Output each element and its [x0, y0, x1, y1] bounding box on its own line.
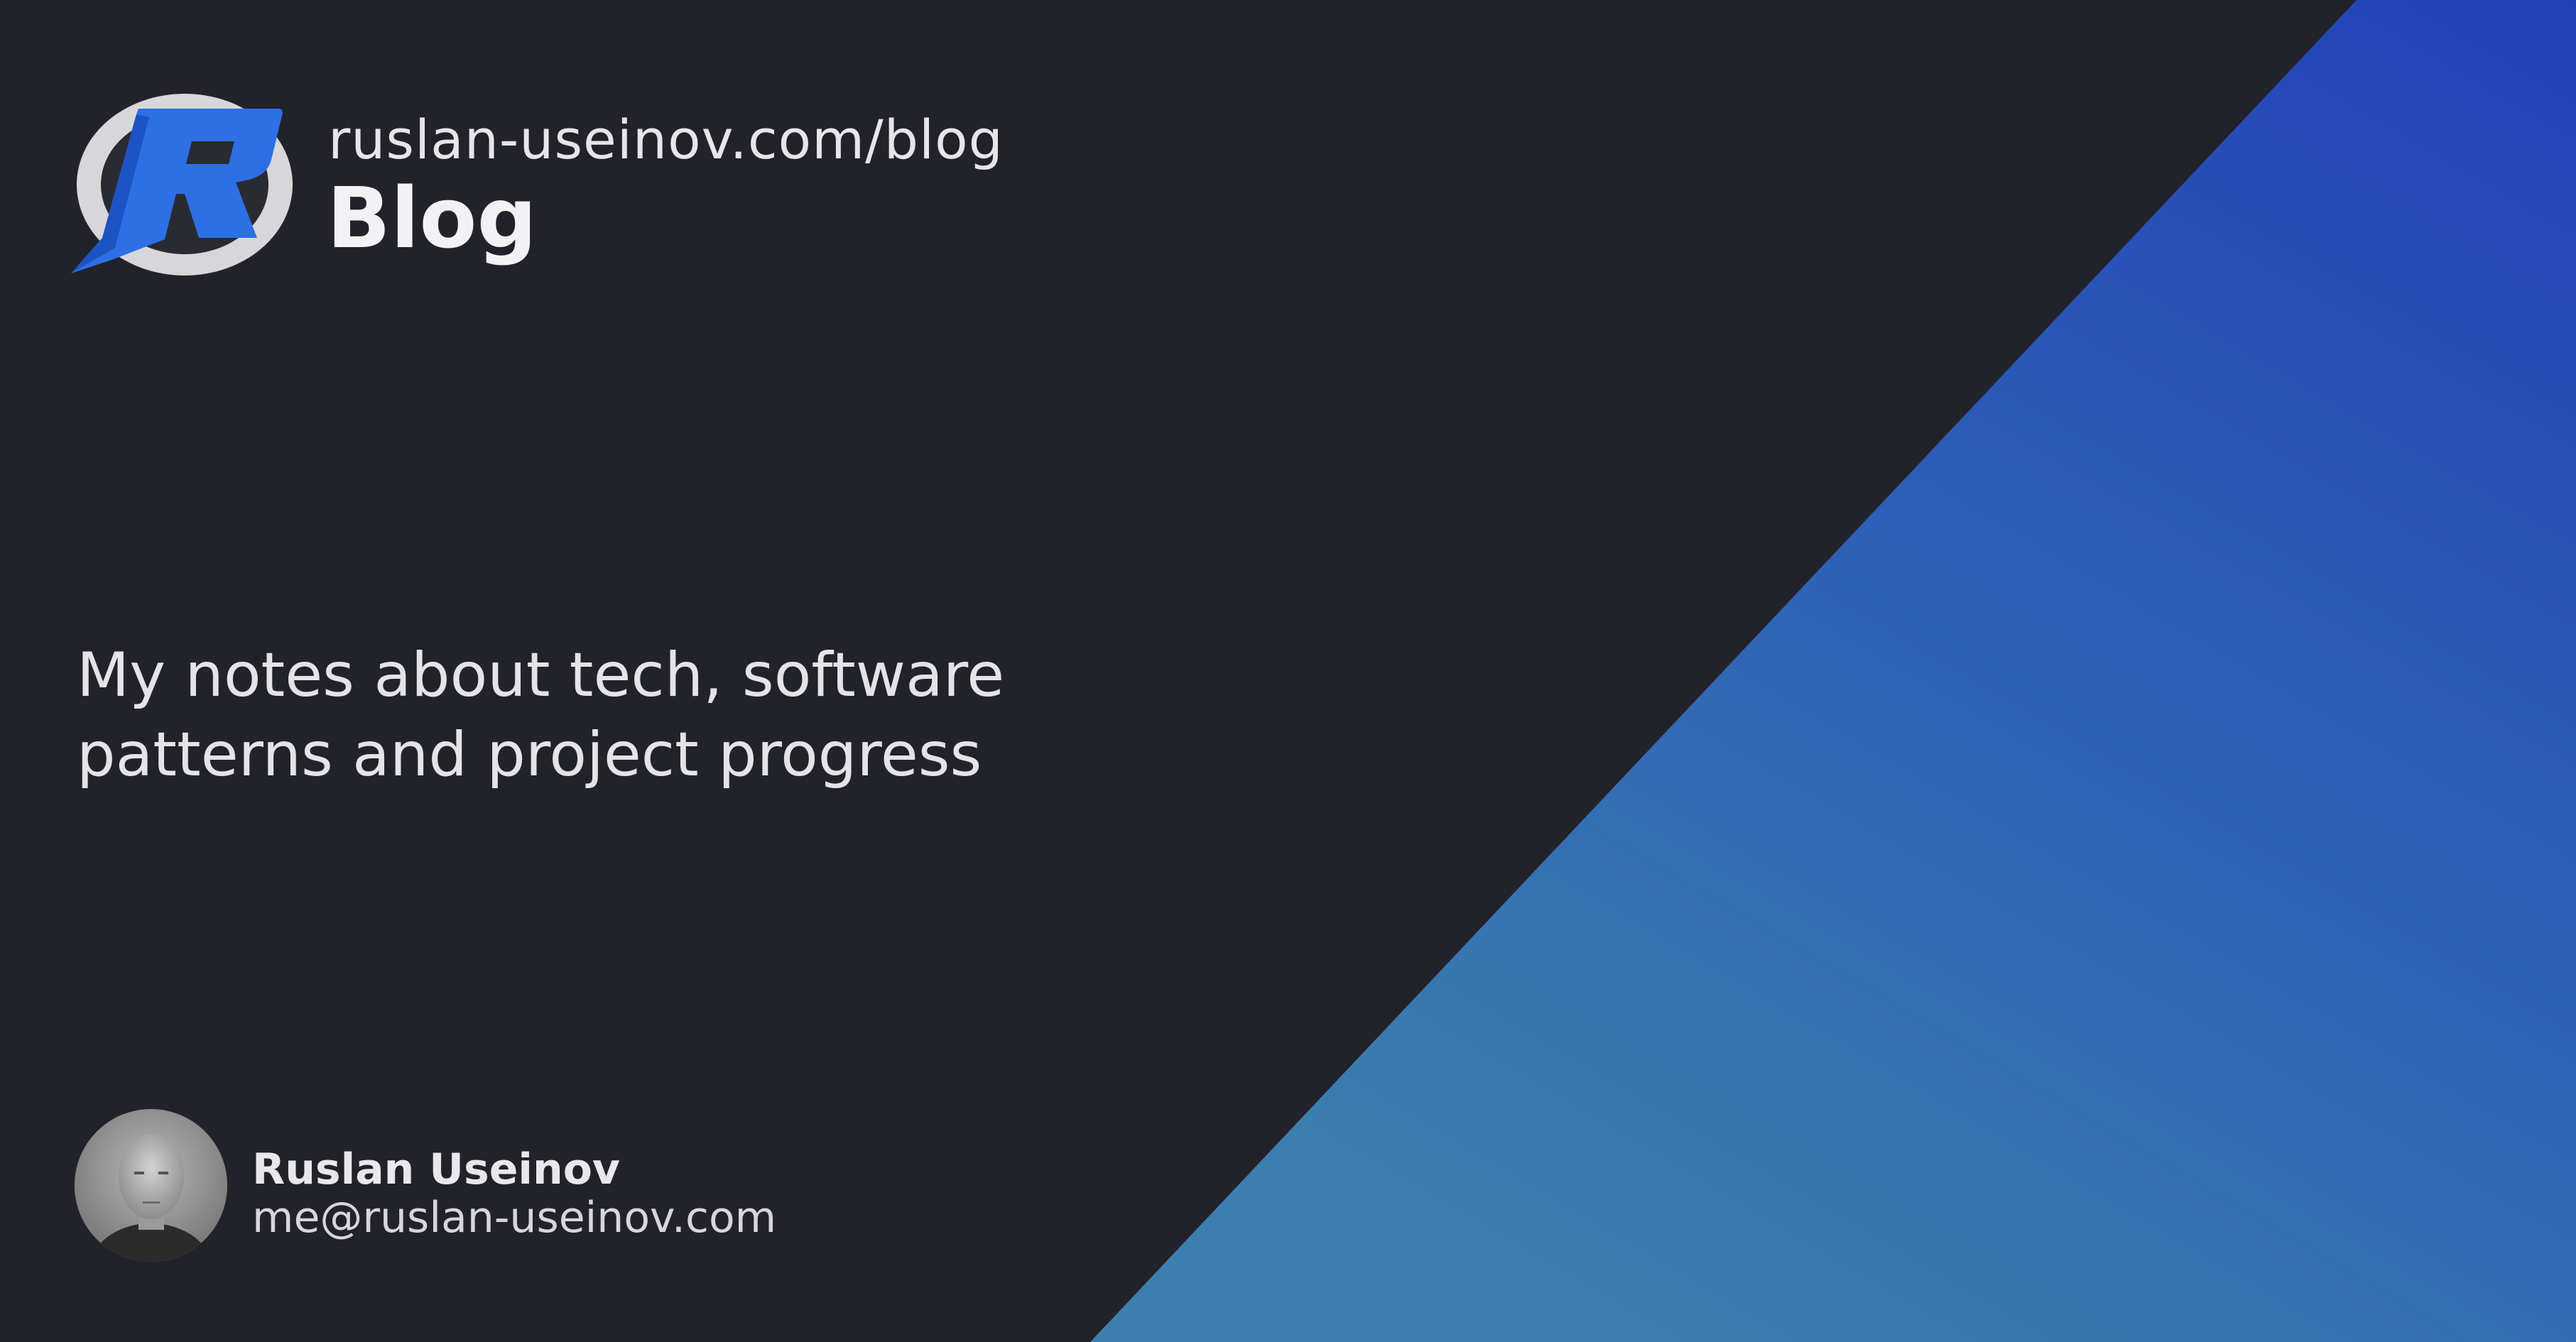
- tagline-line-2: patterns and project progress: [77, 719, 982, 790]
- author-name: Ruslan Useinov: [252, 1145, 621, 1194]
- og-card: ruslan-useinov.com/blog Blog My notes ab…: [0, 0, 2576, 1342]
- site-logo-icon: [71, 94, 293, 276]
- author-avatar: [75, 1109, 227, 1262]
- author-email: me@ruslan-useinov.com: [252, 1193, 777, 1243]
- tagline: My notes about tech, software patterns a…: [77, 635, 1284, 795]
- site-url: ruslan-useinov.com/blog: [328, 108, 1004, 171]
- page-title: Blog: [327, 169, 537, 267]
- tagline-line-1: My notes about tech, software: [77, 640, 1005, 711]
